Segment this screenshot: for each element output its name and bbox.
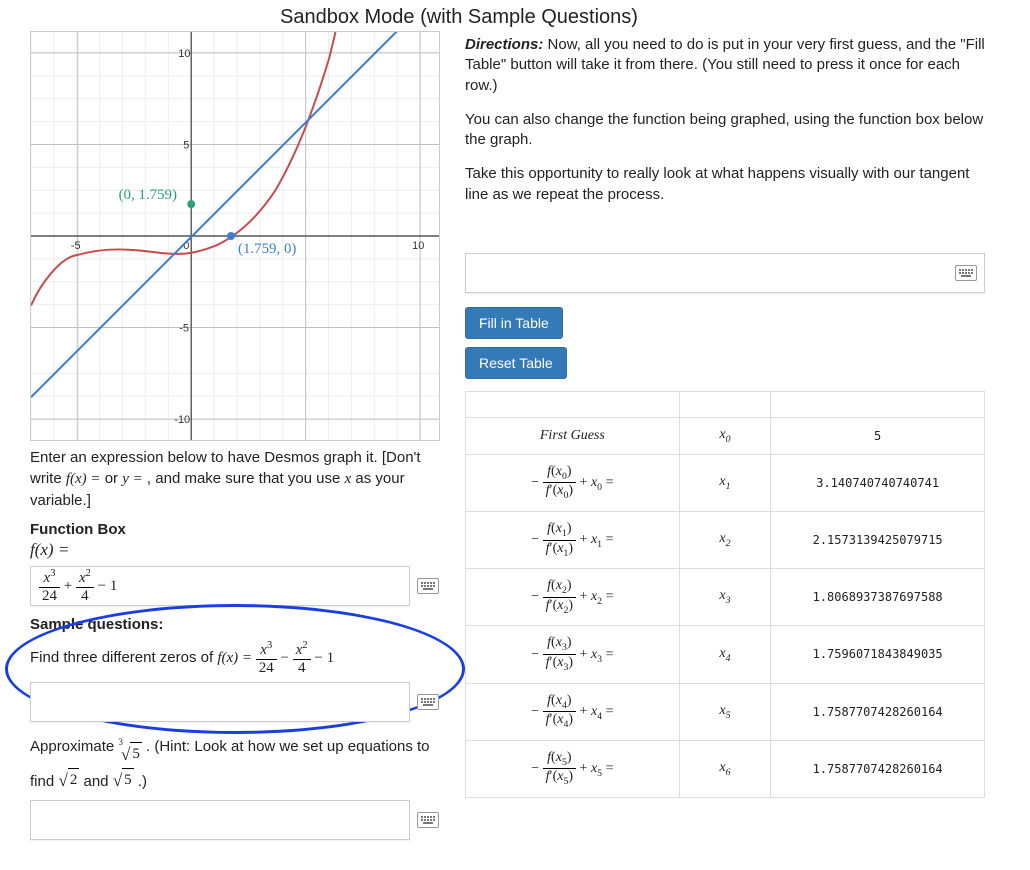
iteration-table: First Guessx05− f(x0)f′(x0) + x0 =x13.14… xyxy=(465,391,985,798)
function-box-input[interactable]: x324 + x24 − 1 xyxy=(30,566,410,606)
point-label-2: (1.759, 0) xyxy=(238,241,296,257)
axis-tick-labels: 10 5 -5 0 10 -5 -10 xyxy=(71,48,424,426)
point-label-1: (0, 1.759) xyxy=(119,187,177,203)
keyboard-icon[interactable] xyxy=(417,694,439,710)
graph-panel[interactable]: 10 5 -5 0 10 -5 -10 xyxy=(30,31,440,441)
sample-answer-2-input[interactable] xyxy=(30,800,410,840)
sample-question-1: Find three different zeros of f(x) = x32… xyxy=(30,641,447,676)
reset-table-button[interactable]: Reset Table xyxy=(465,347,567,379)
svg-text:-5: -5 xyxy=(179,323,189,335)
function-box-label: Function Box xyxy=(30,521,447,538)
table-row: − f(x3)f′(x3) + x3 =x41.7596071843849035 xyxy=(466,626,985,683)
sample-question-2: Approximate 3√5 . (Hint: Look at how we … xyxy=(30,736,447,794)
svg-text:5: 5 xyxy=(183,139,189,151)
graph-svg: 10 5 -5 0 10 -5 -10 xyxy=(31,32,439,440)
keyboard-icon[interactable] xyxy=(417,578,439,594)
keyboard-icon[interactable] xyxy=(417,812,439,828)
svg-text:-10: -10 xyxy=(174,414,190,426)
table-row: First Guessx05 xyxy=(466,417,985,454)
table-row: − f(x2)f′(x2) + x2 =x31.8068937387697588 xyxy=(466,569,985,626)
function-box-prefix: f(x) = xyxy=(30,540,447,560)
table-row: − f(x5)f′(x5) + x5 =x61.7587707428260164 xyxy=(466,740,985,797)
directions-block: Directions: Now, all you need to do is p… xyxy=(465,35,991,205)
table-row: − f(x4)f′(x4) + x4 =x51.7587707428260164 xyxy=(466,683,985,740)
svg-text:10: 10 xyxy=(412,240,424,252)
graph-instructions: Enter an expression below to have Desmos… xyxy=(30,447,447,511)
guess-input[interactable] xyxy=(465,253,985,293)
sample-answer-1-input[interactable] xyxy=(30,682,410,722)
keyboard-icon[interactable] xyxy=(955,265,977,281)
fill-table-button[interactable]: Fill in Table xyxy=(465,307,563,339)
svg-text:10: 10 xyxy=(178,48,190,60)
page-title: Sandbox Mode (with Sample Questions) xyxy=(0,0,1030,31)
svg-text:-5: -5 xyxy=(71,240,81,252)
sample-questions-heading: Sample questions: xyxy=(30,616,447,633)
table-row: − f(x1)f′(x1) + x1 =x22.1573139425079715 xyxy=(466,511,985,568)
table-row: − f(x0)f′(x0) + x0 =x13.140740740740741 xyxy=(466,454,985,511)
